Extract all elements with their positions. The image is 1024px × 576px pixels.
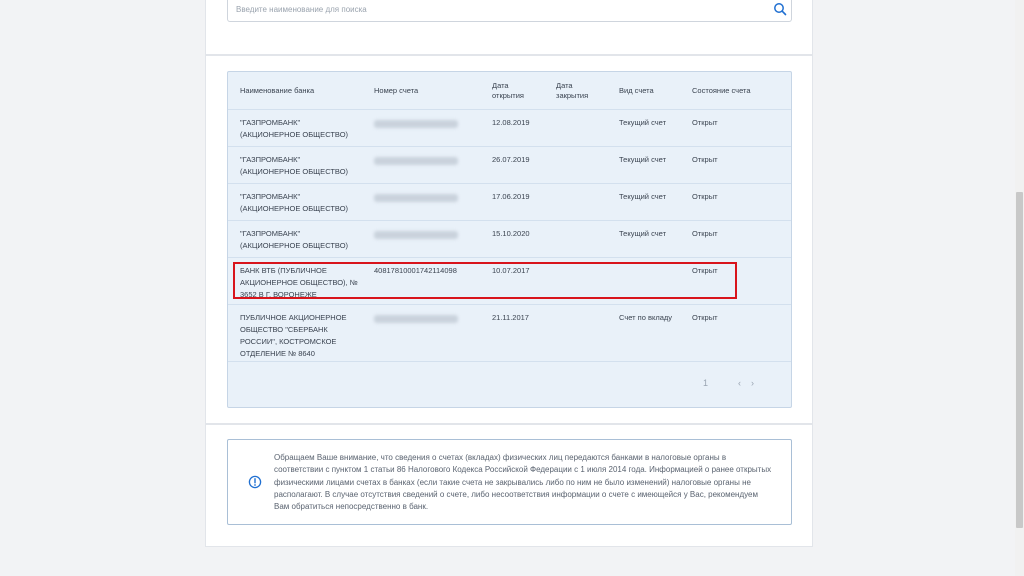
cell-account-redacted bbox=[374, 315, 458, 323]
notice-box: Обращаем Ваше внимание, что сведения о с… bbox=[227, 439, 792, 525]
notice-text: Обращаем Ваше внимание, что сведения о с… bbox=[274, 453, 772, 512]
cell-status: Открыт bbox=[692, 118, 718, 127]
cell-bank: "ГАЗПРОМБАНК" (АКЦИОНЕРНОЕ ОБЩЕСТВО) bbox=[240, 192, 349, 213]
pagination-prev-icon[interactable]: ‹ bbox=[738, 378, 741, 388]
accounts-table: Наименование банка Номер счета Дата откры… bbox=[227, 71, 792, 408]
cell-status: Открыт bbox=[692, 313, 718, 322]
pagination-next-icon[interactable]: › bbox=[751, 378, 754, 388]
page-scrollbar[interactable] bbox=[1015, 0, 1024, 576]
header-account: Номер счета bbox=[374, 86, 419, 95]
cell-type: Текущий счет bbox=[619, 229, 667, 238]
cell-open-date: 21.11.2017 bbox=[492, 313, 529, 322]
cell-status: Открыт bbox=[692, 155, 718, 164]
search-input[interactable] bbox=[236, 2, 756, 17]
cell-status: Открыт bbox=[692, 229, 718, 238]
scrollbar-thumb[interactable] bbox=[1016, 192, 1023, 528]
cell-account-redacted bbox=[374, 157, 458, 165]
table-row: "ГАЗПРОМБАНК" (АКЦИОНЕРНОЕ ОБЩЕСТВО) 26.0… bbox=[228, 147, 791, 184]
pagination-page[interactable]: 1 bbox=[703, 378, 708, 388]
cell-account-redacted bbox=[374, 120, 458, 128]
table-row: "ГАЗПРОМБАНК" (АКЦИОНЕРНОЕ ОБЩЕСТВО) 17.0… bbox=[228, 184, 791, 221]
search-box bbox=[227, 0, 792, 22]
search-icon[interactable] bbox=[773, 2, 787, 16]
cell-type: Текущий счет bbox=[619, 155, 667, 164]
header-type: Вид счета bbox=[619, 86, 654, 95]
cell-bank: "ГАЗПРОМБАНК" (АКЦИОНЕРНОЕ ОБЩЕСТВО) bbox=[240, 155, 349, 176]
header-close-date: Дата закрытия bbox=[556, 81, 589, 100]
header-status: Состояние счета bbox=[692, 86, 751, 95]
table-row: "ГАЗПРОМБАНК" (АКЦИОНЕРНОЕ ОБЩЕСТВО) 12.0… bbox=[228, 110, 791, 147]
cell-type: Текущий счет bbox=[619, 118, 667, 127]
table-row: "ГАЗПРОМБАНК" (АКЦИОНЕРНОЕ ОБЩЕСТВО) 15.1… bbox=[228, 221, 791, 258]
notice-card: Обращаем Ваше внимание, что сведения о с… bbox=[205, 424, 813, 547]
search-card bbox=[205, 0, 813, 55]
cell-bank: "ГАЗПРОМБАНК" (АКЦИОНЕРНОЕ ОБЩЕСТВО) bbox=[240, 118, 349, 139]
cell-open-date: 12.08.2019 bbox=[492, 118, 530, 127]
cell-status: Открыт bbox=[692, 192, 718, 201]
header-bank: Наименование банка bbox=[240, 86, 315, 95]
table-header: Наименование банка Номер счета Дата откры… bbox=[228, 72, 791, 110]
highlight-frame bbox=[233, 262, 737, 299]
cell-bank: ПУБЛИЧНОЕ АКЦИОНЕРНОЕ ОБЩЕСТВО "СБЕРБАНК… bbox=[240, 313, 347, 358]
cell-bank: "ГАЗПРОМБАНК" (АКЦИОНЕРНОЕ ОБЩЕСТВО) bbox=[240, 229, 349, 250]
info-icon bbox=[248, 475, 262, 489]
cell-account-redacted bbox=[374, 231, 458, 239]
cell-open-date: 17.06.2019 bbox=[492, 192, 530, 201]
header-open-date: Дата открытия bbox=[492, 81, 524, 100]
cell-account-redacted bbox=[374, 194, 458, 202]
cell-type: Текущий счет bbox=[619, 192, 667, 201]
cell-open-date: 26.07.2019 bbox=[492, 155, 530, 164]
table-row: ПУБЛИЧНОЕ АКЦИОНЕРНОЕ ОБЩЕСТВО "СБЕРБАНК… bbox=[228, 305, 791, 362]
cell-type: Счет по вкладу bbox=[619, 313, 673, 322]
accounts-card: Наименование банка Номер счета Дата откры… bbox=[205, 55, 813, 424]
cell-open-date: 15.10.2020 bbox=[492, 229, 530, 238]
